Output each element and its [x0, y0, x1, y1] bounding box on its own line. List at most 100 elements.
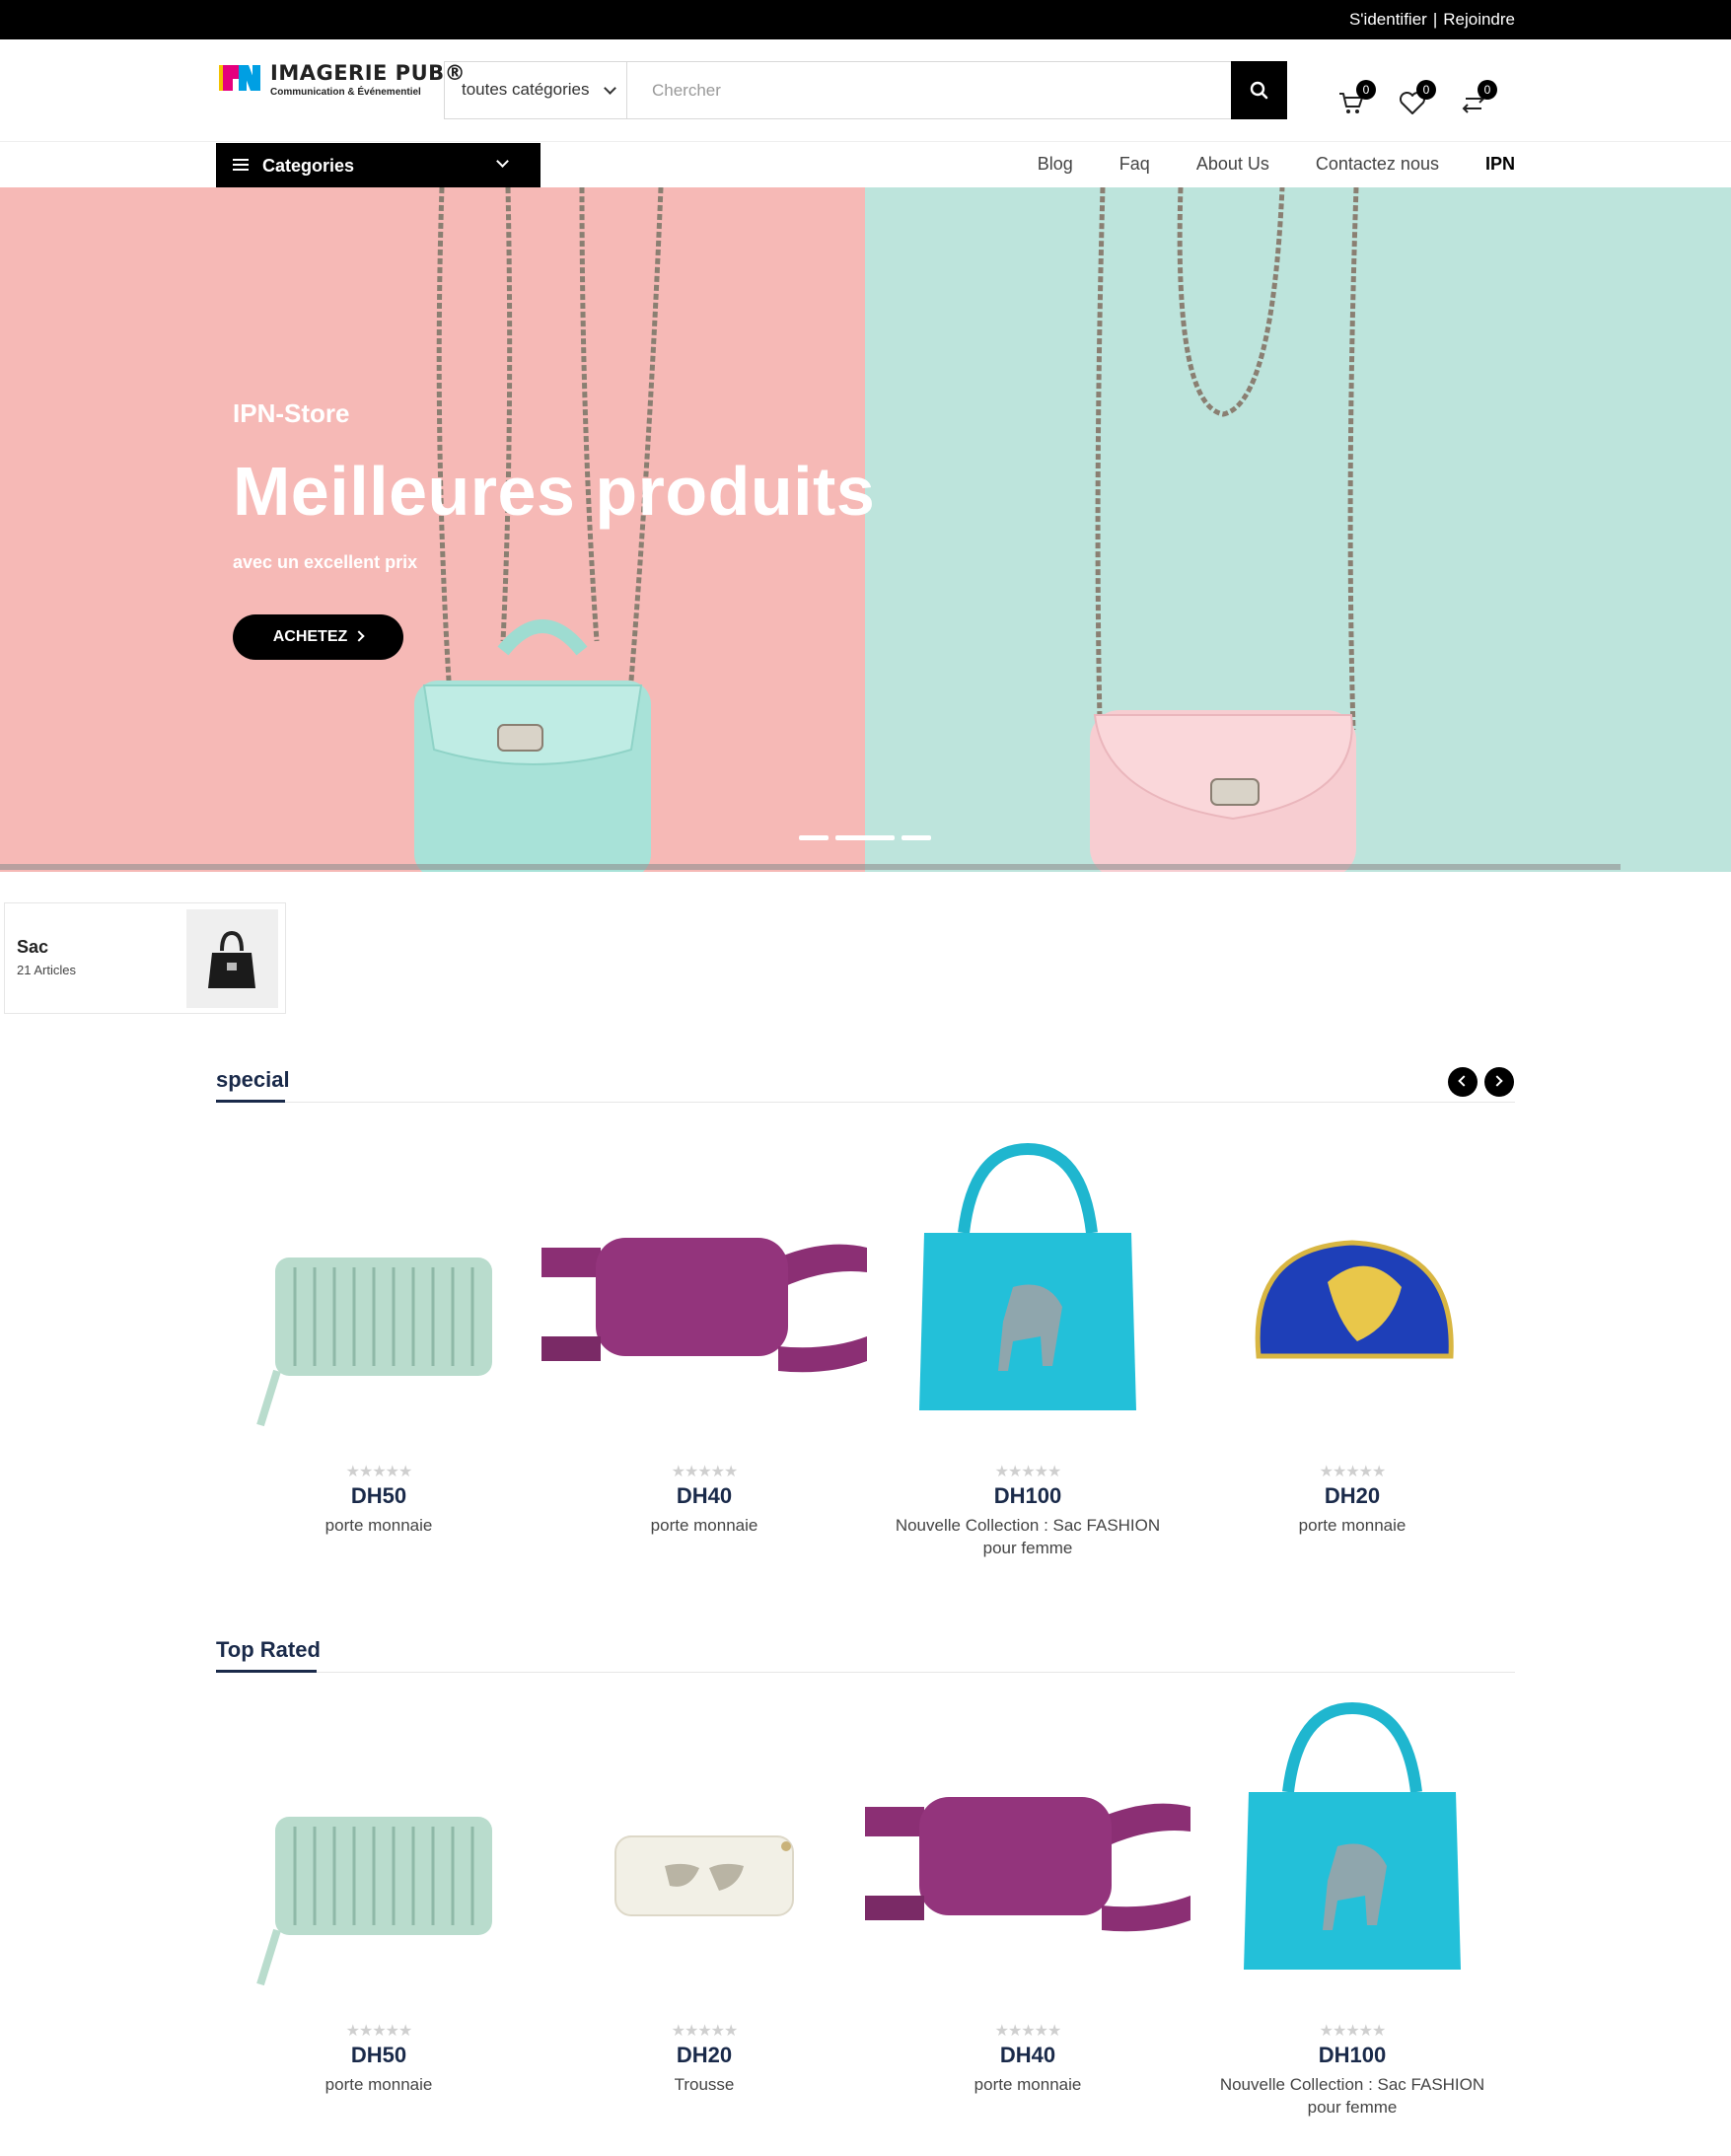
hero-cta-label: ACHETEZ	[272, 628, 348, 645]
product-card[interactable]: ★★★★★ DH40 porte monnaie	[541, 1139, 867, 1573]
product-price: DH100	[1318, 2043, 1387, 2067]
product-image-turquoise-unicorn-tote	[1244, 1701, 1461, 1970]
compare-button[interactable]: 0	[1456, 80, 1497, 123]
product-price: DH50	[350, 1483, 407, 1508]
hero-slider: IPN-Store Meilleures produits avec un ex…	[0, 187, 1731, 872]
hero-shop-button[interactable]: ACHETEZ	[233, 614, 403, 660]
site-header: IMAGERIE PUB® Communication & Événementi…	[0, 39, 1731, 142]
menu-icon	[233, 159, 249, 171]
product-image-purple-belt-bag	[541, 1238, 867, 1373]
category-thumbnail	[186, 909, 278, 1008]
product-card[interactable]: ★★★★★ DH50 porte monnaie	[216, 1139, 541, 1573]
wishlist-count-badge: 0	[1416, 80, 1436, 100]
product-price: DH50	[350, 2043, 407, 2067]
chevron-right-icon	[1491, 1075, 1503, 1087]
auth-separator: |	[1432, 10, 1438, 29]
logo-tagline: Communication & Événementiel	[270, 87, 421, 98]
section-title-underline	[216, 1100, 285, 1103]
search-input[interactable]	[628, 62, 1232, 118]
product-title[interactable]: Nouvelle Collection : Sac FASHION pour f…	[895, 1514, 1161, 1559]
search-button[interactable]	[1231, 61, 1287, 119]
search-icon	[1250, 81, 1268, 100]
special-next-button[interactable]	[1484, 1067, 1514, 1097]
product-image-turquoise-unicorn-tote	[919, 1142, 1136, 1410]
wishlist-button[interactable]: 0	[1395, 80, 1436, 123]
nav-link-faq[interactable]: Faq	[1119, 154, 1150, 174]
category-count: 21 Articles	[17, 963, 76, 977]
logo-brand: IMAGERIE PUB®	[270, 61, 467, 85]
rating-stars: ★★★★★	[345, 2023, 413, 2040]
nav-link-about[interactable]: About Us	[1196, 154, 1269, 174]
special-prev-button[interactable]	[1448, 1067, 1478, 1097]
rating-stars: ★★★★★	[671, 1464, 739, 1480]
product-title[interactable]: porte monnaie	[571, 1514, 837, 1537]
chevron-right-icon	[353, 630, 365, 642]
top-rated-section-title: Top Rated	[216, 1637, 321, 1662]
chevron-down-icon	[604, 82, 616, 95]
hero-headline: Meilleures produits	[233, 453, 876, 530]
product-price: DH40	[676, 1483, 733, 1508]
rating-stars: ★★★★★	[994, 2023, 1062, 2040]
nav-link-blog[interactable]: Blog	[1038, 154, 1073, 174]
product-card[interactable]: ★★★★★ DH20 porte monnaie	[1190, 1139, 1515, 1573]
cart-button[interactable]: 0	[1334, 80, 1376, 123]
product-image-mint-wallet	[256, 1258, 492, 1427]
category-card[interactable]: Sac 21 Articles	[4, 902, 286, 1014]
rating-stars: ★★★★★	[345, 1464, 413, 1480]
product-title[interactable]: Nouvelle Collection : Sac FASHION pour f…	[1219, 2073, 1485, 2119]
categories-label: Categories	[262, 156, 355, 176]
register-link[interactable]: Rejoindre	[1443, 10, 1515, 29]
category-select[interactable]: toutes catégories	[445, 62, 627, 118]
nav-links: Blog Faq About Us Contactez nous IPN	[996, 154, 1515, 175]
nav-link-ipn[interactable]: IPN	[1485, 154, 1515, 174]
slider-dot[interactable]	[799, 835, 829, 840]
hero-eyebrow: IPN-Store	[233, 398, 350, 428]
slider-progress-bar	[0, 864, 1621, 870]
rating-stars: ★★★★★	[671, 2023, 739, 2040]
product-title[interactable]: porte monnaie	[246, 1514, 512, 1537]
product-price: DH100	[993, 1483, 1062, 1508]
slider-pagination	[799, 835, 932, 841]
product-image-white-sunglasses-pouch	[614, 1835, 794, 1916]
top-rated-section-header: Top Rated	[216, 1629, 1515, 1673]
category-name: Sac	[17, 937, 49, 957]
login-link[interactable]: S'identifier	[1349, 10, 1427, 29]
rating-stars: ★★★★★	[1319, 2023, 1387, 2040]
slider-dot[interactable]	[902, 835, 931, 840]
rating-stars: ★★★★★	[994, 1464, 1062, 1480]
product-price: DH20	[676, 2043, 733, 2067]
product-title[interactable]: Trousse	[571, 2073, 837, 2096]
category-select-value: toutes catégories	[462, 80, 590, 99]
product-image-purple-belt-bag	[865, 1797, 1190, 1932]
product-image-mint-wallet	[256, 1817, 492, 1986]
site-logo[interactable]: IMAGERIE PUB® Communication & Événementi…	[219, 61, 466, 101]
product-card[interactable]: ★★★★★ DH100 Nouvelle Collection : Sac FA…	[865, 1139, 1190, 1573]
nav-link-contact[interactable]: Contactez nous	[1316, 154, 1439, 174]
top-bar: S'identifier | Rejoindre	[0, 0, 1731, 39]
product-price: DH20	[1324, 1483, 1381, 1508]
product-price: DH40	[999, 2043, 1056, 2067]
product-card[interactable]: ★★★★★ DH50 porte monnaie	[216, 1698, 541, 2132]
product-image-blue-leaf-pouch	[1255, 1240, 1454, 1359]
chevron-left-icon	[1458, 1075, 1470, 1087]
product-card[interactable]: ★★★★★ DH20 Trousse	[541, 1698, 867, 2132]
product-card[interactable]: ★★★★★ DH100 Nouvelle Collection : Sac FA…	[1190, 1698, 1515, 2132]
search-bar: toutes catégories	[444, 61, 1287, 119]
handbag-icon	[208, 930, 255, 988]
section-title-underline	[216, 1670, 317, 1673]
chevron-down-icon	[496, 155, 509, 168]
categories-button[interactable]: Categories	[216, 143, 541, 187]
product-title[interactable]: porte monnaie	[895, 2073, 1161, 2096]
cart-count-badge: 0	[1356, 80, 1376, 100]
special-section-header: special	[216, 1059, 1515, 1103]
hero-subtitle: avec un excellent prix	[233, 552, 418, 572]
rating-stars: ★★★★★	[1319, 1464, 1387, 1480]
product-title[interactable]: porte monnaie	[246, 2073, 512, 2096]
auth-links: S'identifier | Rejoindre	[1349, 10, 1515, 30]
product-card[interactable]: ★★★★★ DH40 porte monnaie	[865, 1698, 1190, 2132]
logo-mark	[219, 65, 260, 91]
special-section-title: special	[216, 1067, 290, 1092]
main-nav: Categories Blog Faq About Us Contactez n…	[0, 142, 1731, 187]
product-title[interactable]: porte monnaie	[1219, 1514, 1485, 1537]
slider-dot-active[interactable]	[835, 835, 895, 840]
